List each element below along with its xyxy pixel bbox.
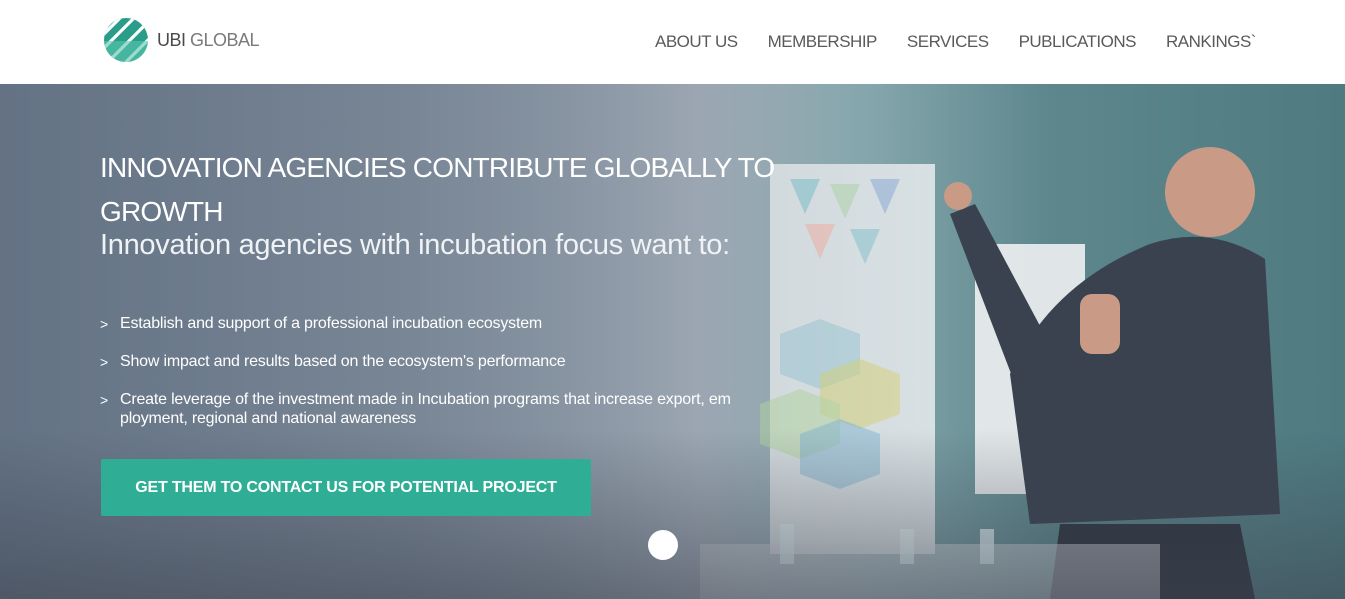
chevron-right-icon: >	[100, 392, 108, 408]
contact-us-cta-button[interactable]: GET THEM TO CONTACT US FOR POTENTIAL PRO…	[101, 459, 591, 516]
main-nav: ABOUT US MEMBERSHIP SERVICES PUBLICATION…	[655, 32, 1256, 52]
list-item-text: Show impact and results based on the eco…	[120, 353, 566, 370]
chevron-right-icon: >	[100, 354, 108, 370]
ubi-global-logo-icon	[104, 18, 148, 62]
nav-services[interactable]: SERVICES	[907, 32, 989, 52]
nav-about-us[interactable]: ABOUT US	[655, 32, 738, 52]
nav-membership[interactable]: MEMBERSHIP	[768, 32, 878, 52]
scroll-indicator-icon[interactable]	[648, 530, 678, 560]
list-item: > Establish and support of a professional…	[100, 314, 790, 333]
logo-text-light: GLOBAL	[185, 29, 260, 50]
hero-section: INNOVATION AGENCIES CONTRIBUTE GLOBALLY …	[0, 84, 1345, 599]
hero-headline: INNOVATION AGENCIES CONTRIBUTE GLOBALLY …	[100, 152, 775, 227]
list-item: > Create leverage of the investment made …	[100, 390, 790, 428]
logo-text-bold: UBI	[157, 29, 186, 50]
hero-bullet-list: > Establish and support of a professional…	[100, 314, 790, 447]
nav-rankings[interactable]: RANKINGS`	[1166, 32, 1256, 52]
chevron-right-icon: >	[100, 316, 108, 332]
list-item-text: Establish and support of a professional …	[120, 315, 543, 332]
list-item-text: Create leverage of the investment made i…	[120, 391, 731, 427]
list-item: > Show impact and results based on the ec…	[100, 352, 790, 371]
hero-subhead: Innovation agencies with incubation focu…	[100, 229, 730, 261]
site-logo[interactable]: UBI GLOBAL	[103, 17, 260, 63]
nav-publications[interactable]: PUBLICATIONS	[1019, 32, 1137, 52]
logo-wordmark: UBI GLOBAL	[157, 29, 260, 51]
site-header: UBI GLOBAL ABOUT US MEMBERSHIP SERVICES …	[0, 0, 1345, 84]
